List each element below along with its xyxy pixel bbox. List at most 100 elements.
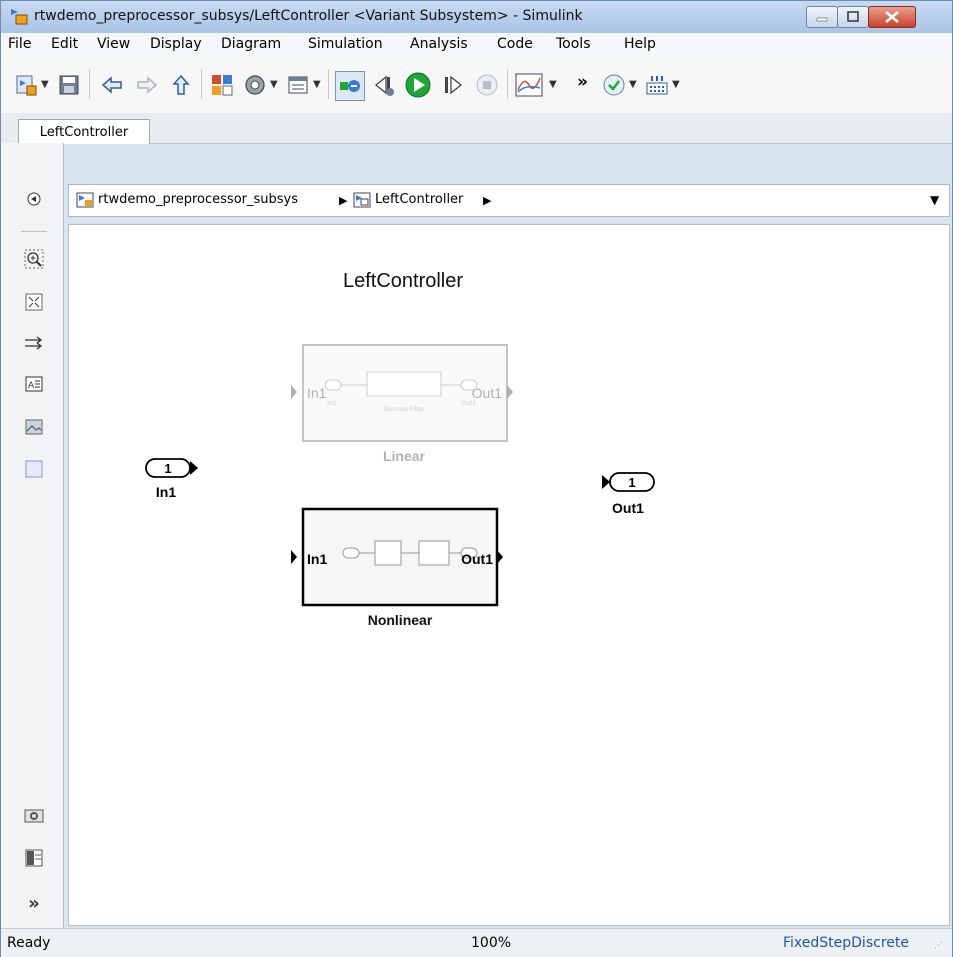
hide-explorer-button[interactable] — [24, 189, 44, 209]
menu-file[interactable]: File — [8, 36, 31, 52]
inport-label: In1 — [156, 484, 176, 500]
step-back-button[interactable] — [370, 71, 398, 99]
step-back-icon — [374, 75, 394, 96]
linear-inner-in-label: In1 — [327, 400, 337, 407]
close-icon — [885, 11, 899, 23]
toolbar: ▼ ▼ ▼ ▼ » ▼ ▼ — [1, 57, 952, 114]
forward-icon — [137, 76, 158, 94]
model-explorer-dropdown-icon[interactable]: ▼ — [313, 79, 321, 90]
data-inspector-icon — [515, 73, 543, 97]
save-button[interactable] — [55, 71, 83, 99]
fit-to-view-button[interactable] — [24, 292, 44, 312]
status-text: Ready — [7, 935, 51, 951]
menu-view[interactable]: View — [97, 36, 130, 52]
close-button[interactable] — [868, 6, 916, 28]
property-inspector-button[interactable] — [24, 848, 44, 868]
tab-leftcontroller[interactable]: LeftController — [18, 119, 150, 144]
build-dropdown-icon[interactable]: ▼ — [672, 79, 680, 90]
menu-bar: File Edit View Display Diagram Simulatio… — [1, 33, 952, 58]
model-explorer-button[interactable] — [284, 71, 312, 99]
linear-block-name: Linear — [383, 448, 426, 464]
status-bar: Ready 100% FixedStepDiscrete ⋰ — [1, 928, 952, 957]
forward-button[interactable] — [133, 71, 161, 99]
svg-text:A: A — [28, 381, 35, 391]
menu-display[interactable]: Display — [150, 36, 202, 52]
menu-simulation[interactable]: Simulation — [308, 36, 383, 52]
more-icon[interactable]: » — [577, 72, 588, 92]
snapshot-button[interactable] — [24, 805, 44, 825]
model-config-button[interactable] — [241, 71, 269, 99]
nonlinear-block-name: Nonlinear — [368, 612, 433, 628]
outport-block[interactable]: 1 — [602, 472, 655, 492]
model-canvas[interactable]: LeftController 1 In1 1 Out1 In1 Out1 In1… — [68, 224, 950, 926]
model-config-icon — [245, 75, 265, 95]
library-browser-button[interactable] — [208, 71, 236, 99]
history-dropdown-icon[interactable]: ▼ — [930, 193, 939, 207]
step-forward-button[interactable] — [439, 71, 467, 99]
breadcrumb-root[interactable]: rtwdemo_preprocessor_subsys — [98, 192, 298, 207]
zoom-button[interactable] — [24, 249, 44, 269]
run-icon — [405, 72, 431, 98]
tab-bar: LeftController — [1, 113, 952, 144]
linear-variant-block[interactable]: In1 Out1 In1 Discrete Filter Out1 — [291, 344, 513, 442]
image-icon — [25, 419, 43, 435]
subsystem-icon — [353, 192, 371, 208]
fit-to-view-icon — [25, 293, 43, 311]
breadcrumb-child[interactable]: LeftController — [375, 192, 463, 207]
resize-grip-icon[interactable]: ⋰ — [934, 941, 943, 951]
model-advisor-button[interactable] — [600, 71, 628, 99]
library-browser-icon — [212, 75, 233, 96]
breadcrumb-separator-icon[interactable]: ▶ — [339, 194, 347, 207]
stop-icon — [476, 74, 498, 96]
model-config-dropdown-icon[interactable]: ▼ — [270, 79, 278, 90]
build-button[interactable] — [643, 71, 671, 99]
step-forward-icon — [445, 75, 463, 95]
subsystem-title: LeftController — [343, 270, 463, 292]
model-advisor-icon — [603, 74, 625, 96]
menu-help[interactable]: Help — [624, 36, 656, 52]
collapse-icon — [27, 192, 41, 206]
menu-analysis[interactable]: Analysis — [410, 36, 468, 52]
update-diagram-icon — [340, 80, 360, 92]
new-model-dropdown-icon[interactable]: ▼ — [41, 79, 49, 90]
update-diagram-button[interactable] — [335, 71, 365, 101]
run-button[interactable] — [404, 71, 432, 99]
maximize-button[interactable] — [837, 6, 869, 28]
breadcrumb-separator-icon[interactable]: ▶ — [483, 194, 491, 207]
subsystem-icon — [11, 9, 28, 25]
back-button[interactable] — [98, 71, 126, 99]
data-inspector-button[interactable] — [514, 71, 544, 99]
model-advisor-dropdown-icon[interactable]: ▼ — [629, 79, 637, 90]
inport-block[interactable]: 1 — [145, 458, 198, 478]
stop-button[interactable] — [473, 71, 501, 99]
nonlinear-out-label: Out1 — [461, 551, 493, 567]
nonlinear-in-label: In1 — [307, 551, 327, 567]
inport-number: 1 — [164, 461, 171, 476]
menu-diagram[interactable]: Diagram — [221, 36, 281, 52]
menu-code[interactable]: Code — [497, 36, 533, 52]
property-inspector-icon — [25, 849, 43, 867]
annotation-button[interactable]: A — [24, 374, 44, 394]
menu-tools[interactable]: Tools — [556, 36, 591, 52]
image-button[interactable] — [24, 417, 44, 437]
arrows-icon — [25, 336, 43, 350]
build-icon — [646, 76, 668, 95]
area-button[interactable] — [24, 459, 44, 479]
model-explorer-icon — [288, 76, 308, 94]
solver-link[interactable]: FixedStepDiscrete — [783, 935, 909, 951]
arrange-button[interactable] — [24, 333, 44, 353]
camera-icon — [24, 809, 44, 823]
new-model-button[interactable] — [12, 71, 40, 99]
up-button[interactable] — [167, 71, 195, 99]
save-icon — [59, 75, 79, 95]
outport-label: Out1 — [612, 500, 644, 516]
title-bar: rtwdemo_preprocessor_subsys/LeftControll… — [1, 1, 952, 33]
zoom-level[interactable]: 100% — [471, 935, 511, 951]
nonlinear-variant-block[interactable]: In1 Out1 — [291, 507, 503, 607]
expand-palette-icon[interactable]: » — [24, 893, 44, 914]
data-inspector-dropdown-icon[interactable]: ▼ — [549, 79, 557, 90]
minimize-button[interactable] — [806, 6, 838, 28]
model-icon — [76, 192, 94, 208]
menu-edit[interactable]: Edit — [51, 36, 78, 52]
breadcrumb: rtwdemo_preprocessor_subsys ▶ LeftContro… — [68, 184, 950, 217]
